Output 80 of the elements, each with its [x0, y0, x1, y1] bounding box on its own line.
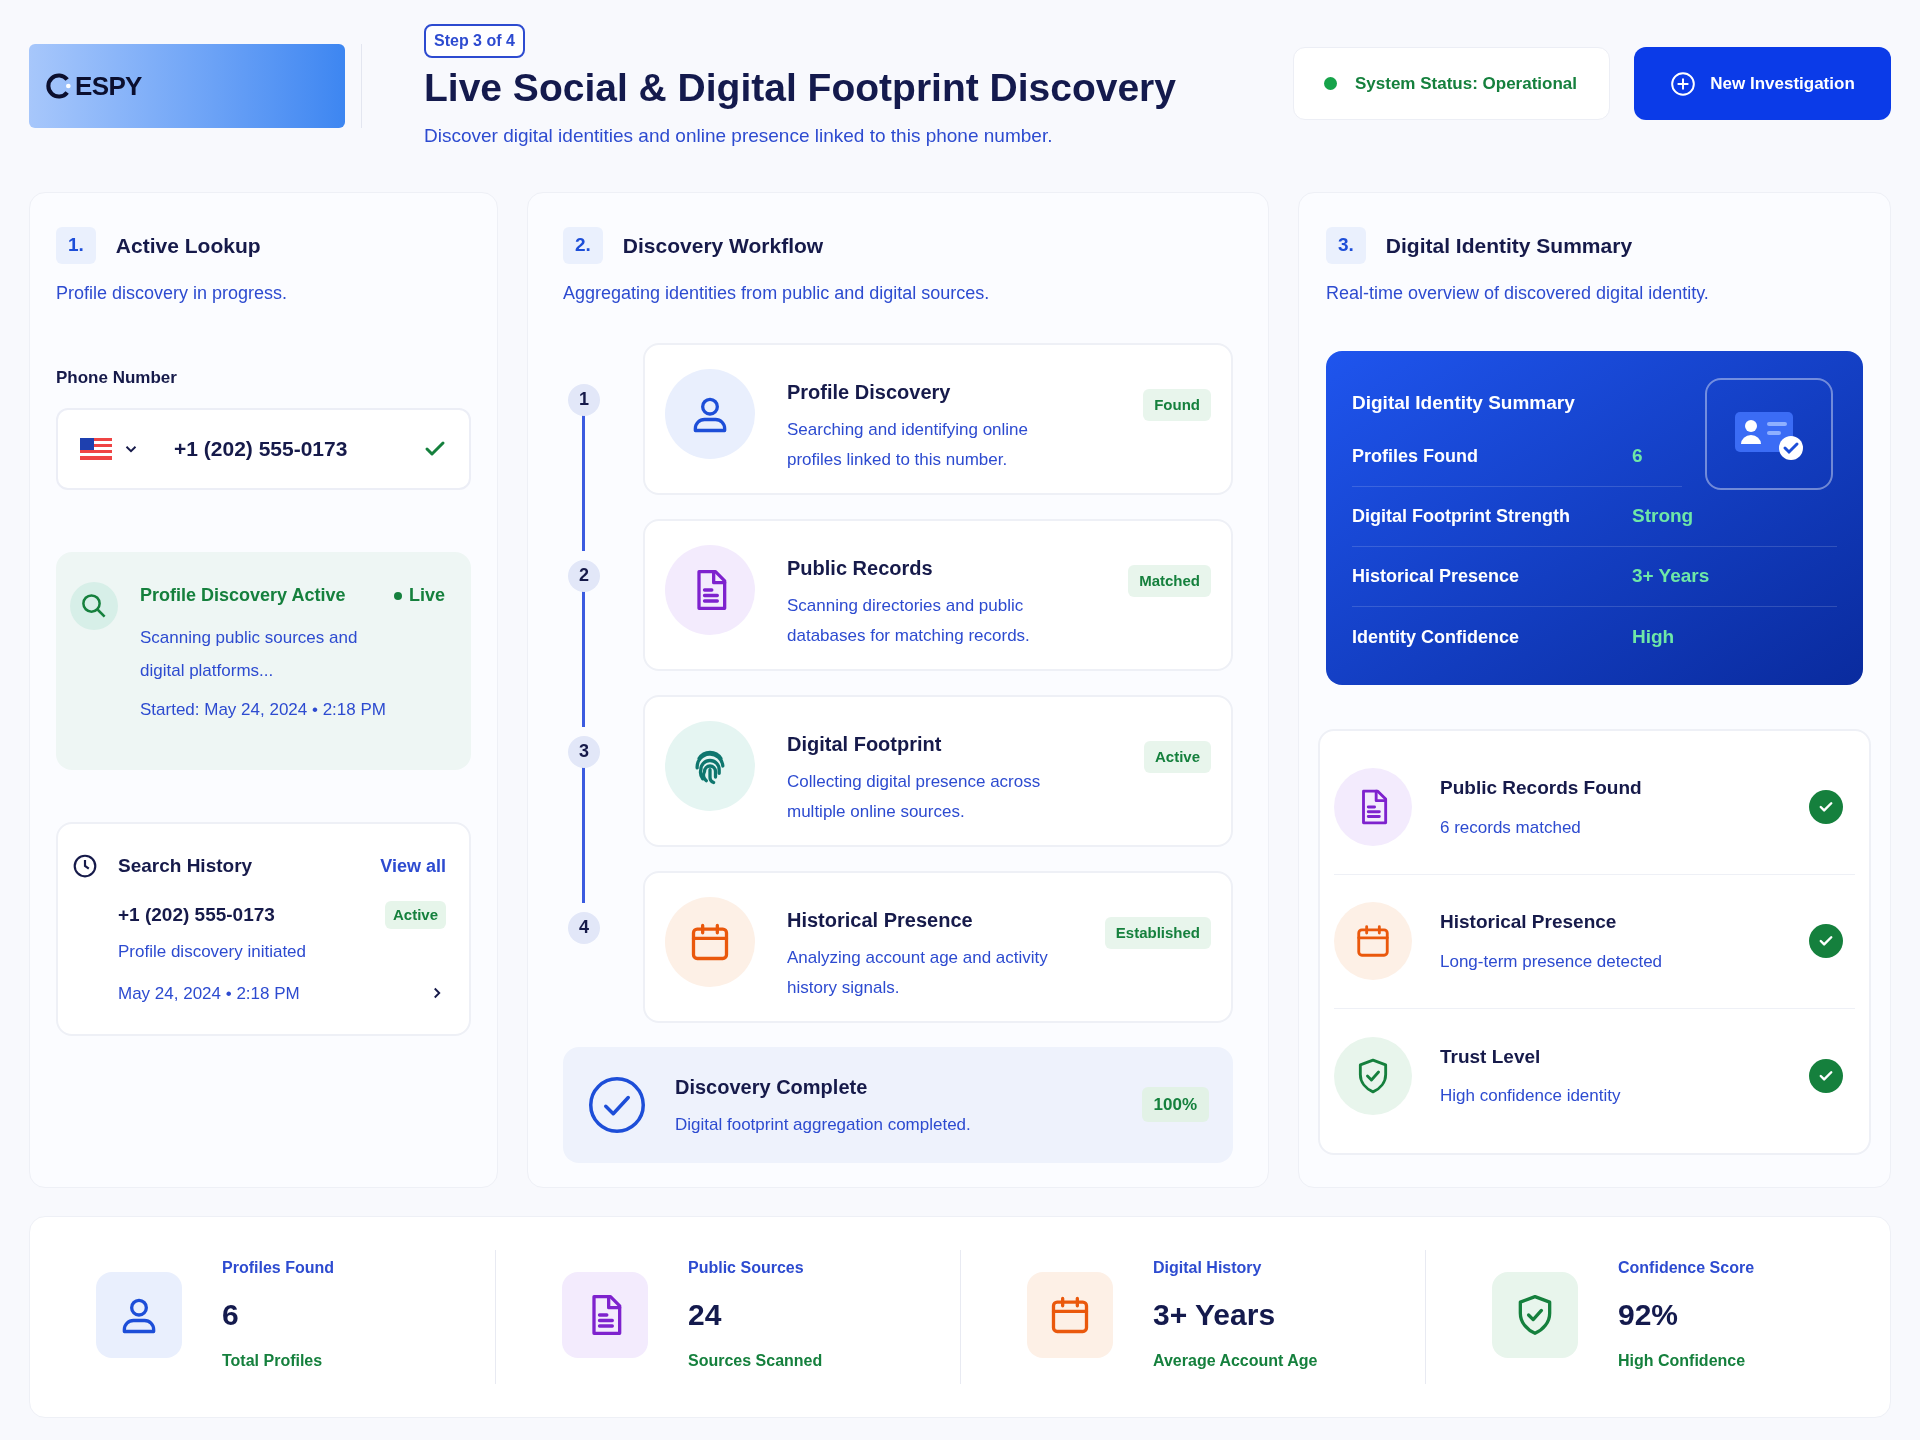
step-status-badge: Established	[1104, 916, 1211, 949]
step-description: Searching and identifying online profiles linked to this number.	[787, 418, 1029, 471]
section-number: 1.	[56, 227, 96, 264]
page-title: Live Social & Digital Footprint Discovery	[424, 65, 1176, 111]
stat-label: Profiles Found	[222, 1258, 334, 1278]
section-title: Active Lookup	[115, 232, 261, 259]
history-note: Profile discovery initiated	[118, 941, 308, 963]
phone-value: +1 (202) 555-0173	[174, 436, 348, 463]
step-number: 1	[568, 383, 600, 416]
stat-label: Confidence Score	[1618, 1258, 1755, 1278]
stat-note: Sources Scanned	[688, 1351, 823, 1371]
summary-value: 3+ Years	[1632, 564, 1710, 589]
step-description: Analyzing account age and activity history signals.	[787, 946, 1049, 999]
step-number: 2	[568, 559, 600, 592]
status-text: System Status: Operational	[1355, 72, 1577, 95]
view-all-link[interactable]: View all	[380, 852, 446, 880]
section-subtitle: Profile discovery in progress.	[56, 281, 289, 305]
stat-note: High Confidence	[1618, 1351, 1747, 1371]
step-title: Public Records	[787, 555, 934, 581]
complete-title: Discovery Complete	[675, 1074, 869, 1100]
stat-value: 92%	[1618, 1297, 1680, 1333]
history-phone: +1 (202) 555-0173	[118, 902, 275, 927]
step-status-badge: Found	[1143, 388, 1211, 421]
logo-mark-icon	[45, 72, 73, 100]
activity-description: Scanning public sources and digital platforms...	[140, 627, 359, 682]
stat-note: Average Account Age	[1153, 1351, 1318, 1371]
status-badge: Active	[384, 900, 446, 929]
stat-note: Total Profiles	[222, 1351, 324, 1371]
field-label: Phone Number	[56, 366, 178, 389]
summary-value: Strong	[1632, 504, 1694, 529]
percent-badge: 100%	[1141, 1086, 1209, 1123]
stat-value: 3+ Years	[1153, 1297, 1277, 1333]
plus-circle-icon	[1670, 70, 1697, 97]
check-detail: Long-term presence detected	[1440, 950, 1663, 973]
summary-card-title: Digital Identity Summary	[1352, 390, 1576, 415]
phone-input[interactable]: +1 (202) 555-0173	[56, 408, 471, 490]
stat-value: 24	[688, 1297, 723, 1333]
summary-value: High	[1632, 624, 1675, 649]
summary-label: Identity Confidence	[1352, 625, 1520, 649]
step-number: 4	[568, 911, 600, 944]
step-description: Collecting digital presence across multiple online sources.	[787, 770, 1042, 823]
check-title: Public Records Found	[1440, 776, 1642, 800]
calendar-icon	[1354, 922, 1392, 960]
clock-icon	[72, 853, 98, 880]
stat-label: Digital History	[1153, 1258, 1263, 1278]
check-title: Trust Level	[1440, 1044, 1542, 1069]
live-label: Live	[408, 584, 445, 607]
new-investigation-button[interactable]: New Investigation	[1634, 47, 1891, 120]
section-title: Digital Identity Summary	[1385, 232, 1633, 259]
logo-text: ESPY	[75, 69, 142, 103]
section-number: 3.	[1326, 227, 1366, 264]
history-time: May 24, 2024 • 2:18 PM	[118, 982, 300, 1005]
section-subtitle: Aggregating identities from public and digital sources.	[563, 281, 991, 305]
step-title: Historical Presence	[787, 907, 974, 933]
summary-label: Digital Footprint Strength	[1352, 505, 1571, 528]
stat-label: Public Sources	[688, 1258, 805, 1278]
stat-value: 6	[222, 1297, 240, 1333]
check-circle-icon	[587, 1074, 647, 1135]
activity-start-time: Started: May 24, 2024 • 2:18 PM	[140, 699, 387, 721]
check-detail: High confidence identity	[1440, 1085, 1621, 1107]
check-detail: 6 records matched	[1440, 816, 1582, 839]
section-subtitle: Real-time overview of discovered digital identity.	[1326, 281, 1710, 305]
step-status-badge: Matched	[1128, 564, 1211, 597]
section-number: 2.	[563, 227, 603, 264]
step-title: Digital Footprint	[787, 731, 943, 757]
step-badge: Step 3 of 4	[424, 24, 525, 58]
summary-label: Profiles Found	[1352, 445, 1479, 468]
summary-label: Historical Presence	[1352, 565, 1521, 588]
step-title: Profile Discovery	[787, 379, 952, 405]
complete-description: Digital footprint aggregation completed.	[675, 1113, 971, 1136]
history-title: Search History	[118, 854, 253, 878]
activity-title: Profile Discovery Active	[140, 584, 346, 607]
page-subtitle: Discover digital identities and online presence linked to this phone number.	[424, 124, 1053, 148]
step-number: 3	[568, 735, 600, 768]
section-title: Discovery Workflow	[622, 232, 824, 259]
summary-value: 6	[1632, 444, 1643, 469]
check-title: Historical Presence	[1440, 910, 1618, 934]
flag-icon	[80, 438, 112, 460]
step-status-badge: Active	[1143, 740, 1211, 773]
step-description: Scanning directories and public databases for matching records.	[787, 594, 1031, 647]
